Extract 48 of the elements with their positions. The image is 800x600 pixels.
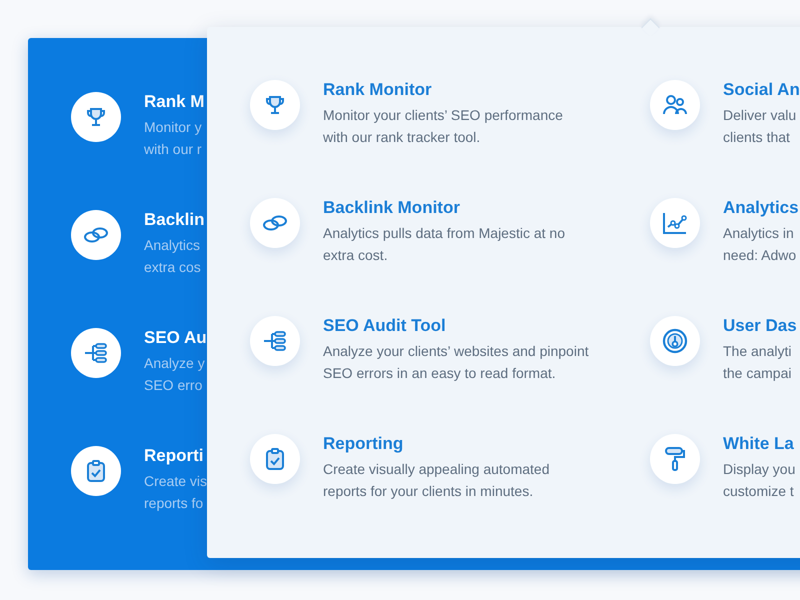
chain-link-icon xyxy=(261,213,289,233)
hierarchy-icon xyxy=(262,329,288,353)
chain-link-icon xyxy=(82,225,110,245)
feature-title: Backlin xyxy=(144,210,204,230)
feature-title[interactable]: User Das xyxy=(723,316,797,336)
feature-description-line: Display you xyxy=(723,460,796,479)
line-chart-icon xyxy=(662,211,688,235)
feature-title[interactable]: SEO Audit Tool xyxy=(323,316,446,336)
feature-description-line: clients that xyxy=(723,128,790,147)
feature-title: SEO Au xyxy=(144,328,207,348)
feature-description-line: reports for your clients in minutes. xyxy=(323,482,534,501)
feature-description-line: Monitor your clients’ SEO performance xyxy=(323,106,563,125)
feature-title[interactable]: Rank Monitor xyxy=(323,80,432,100)
feature-description-line: the campai xyxy=(723,364,792,383)
feature-description-line: need: Adwo xyxy=(723,246,796,265)
feature-description-line: SEO erro xyxy=(144,376,202,395)
feature-title[interactable]: White La xyxy=(723,434,794,454)
feature-description-line: extra cos xyxy=(144,258,201,277)
paint-roller-icon xyxy=(663,446,687,472)
feature-description-line: with our rank tracker tool. xyxy=(323,128,480,147)
feature-description-line: Create vis xyxy=(144,472,208,491)
feature-description-line: Create visually appealing automated xyxy=(323,460,550,479)
feature-description-line: SEO errors in an easy to read format. xyxy=(323,364,556,383)
feature-title[interactable]: Reporting xyxy=(323,434,404,454)
clipboard-check-icon xyxy=(263,447,287,471)
feature-description-line: extra cost. xyxy=(323,246,388,265)
feature-description-line: Analyze y xyxy=(144,354,205,373)
feature-description-line: customize t xyxy=(723,482,794,501)
trophy-icon xyxy=(263,93,287,117)
feature-description-line: Analyze your clients’ websites and pinpoint xyxy=(323,342,589,361)
users-icon xyxy=(662,93,688,117)
feature-description-line: Monitor y xyxy=(144,118,202,137)
feature-title[interactable]: Analytics xyxy=(723,198,799,218)
feature-description-line: Analytics xyxy=(144,236,200,255)
feature-title: Reporti xyxy=(144,446,204,466)
clipboard-check-icon xyxy=(84,459,108,483)
feature-description-line: Deliver valu xyxy=(723,106,796,125)
feature-title[interactable]: Social An xyxy=(723,80,800,100)
feature-description-line: Analytics pulls data from Majestic at no xyxy=(323,224,565,243)
feature-description-line: Analytics in xyxy=(723,224,794,243)
gauge-icon xyxy=(662,328,688,354)
feature-description-line: with our r xyxy=(144,140,202,159)
hierarchy-icon xyxy=(83,341,109,365)
feature-description-line: reports fo xyxy=(144,494,204,513)
trophy-icon xyxy=(84,105,108,129)
feature-title[interactable]: Backlink Monitor xyxy=(323,198,460,218)
feature-description-line: The analyti xyxy=(723,342,792,361)
feature-title: Rank M xyxy=(144,92,204,112)
